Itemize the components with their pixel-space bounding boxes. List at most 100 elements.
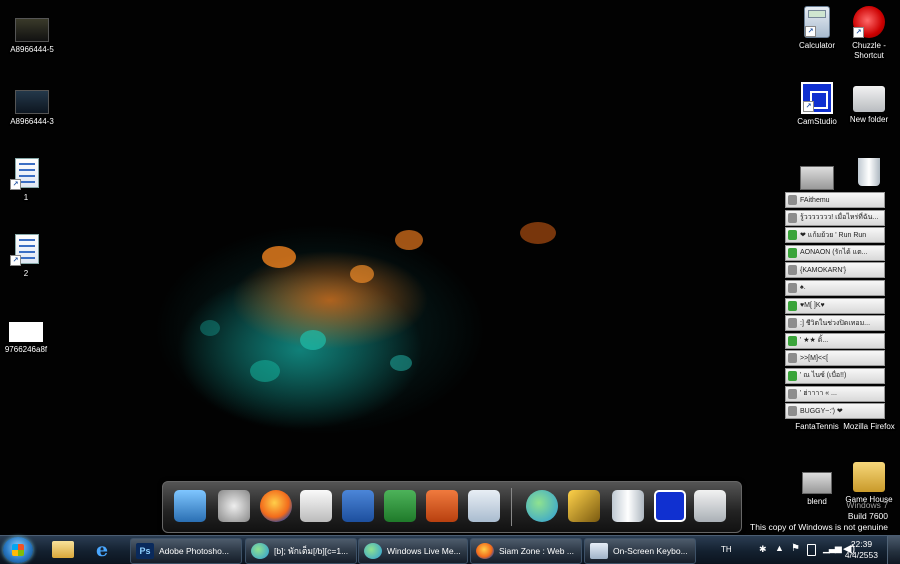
desktop-icon-chuzzle-shortcut[interactable]: ↗ Chuzzle - Shortcut bbox=[837, 6, 900, 61]
recycle-bin-icon bbox=[612, 490, 644, 522]
dock-item-network[interactable] bbox=[171, 487, 209, 525]
dock-item-word[interactable] bbox=[339, 487, 377, 525]
desktop-icon-document-2[interactable]: ↗ 2 bbox=[0, 234, 58, 279]
video-file-icon bbox=[802, 472, 832, 494]
power-icon[interactable] bbox=[807, 544, 816, 556]
contact-row[interactable]: :] ชีวิตในช่วงปิดเทอม... bbox=[785, 315, 885, 332]
contact-name: รู้ววววววว! เมื่อไหร่ที่ฉัน... bbox=[800, 214, 879, 222]
clock[interactable]: 22:39 4/4/2553 bbox=[845, 539, 878, 561]
dock-item-ipod[interactable] bbox=[297, 487, 335, 525]
show-hidden-icons-icon[interactable]: ▲ bbox=[775, 543, 784, 553]
wallpaper-bokeh bbox=[200, 320, 220, 336]
dock-item-powerpoint[interactable] bbox=[423, 487, 461, 525]
contact-status-icon bbox=[788, 353, 797, 364]
desktop-icon-game-house[interactable]: Game House bbox=[837, 462, 900, 505]
contact-row[interactable]: {KAMOKARN'} bbox=[785, 262, 885, 279]
dock-item-folder[interactable] bbox=[691, 487, 729, 525]
language-indicator[interactable]: TH bbox=[721, 545, 732, 554]
taskbar-pin-explorer[interactable] bbox=[46, 538, 80, 562]
camstudio-icon bbox=[654, 490, 686, 522]
contact-row[interactable]: ' ณ ไนซ์ (เบื่อ!!) bbox=[785, 367, 885, 384]
taskbar-pin-internet-explorer[interactable]: e bbox=[88, 538, 122, 562]
contact-status-icon bbox=[788, 370, 797, 381]
network-signal-icon[interactable]: ▁▃▅ bbox=[823, 543, 842, 554]
powerpoint-icon bbox=[426, 490, 458, 522]
dock-item-messenger[interactable] bbox=[523, 487, 561, 525]
messenger-contact-list[interactable]: FAithemu รู้ววววววว! เมื่อไหร่ที่ฉัน... ❤ … bbox=[785, 192, 885, 421]
bluetooth-icon[interactable]: ✱ bbox=[759, 544, 767, 555]
dock-item-settings[interactable] bbox=[215, 487, 253, 525]
contact-status-icon bbox=[788, 230, 797, 241]
messenger-icon bbox=[251, 543, 269, 559]
desktop-icon-document-1[interactable]: ↗ 1 bbox=[0, 158, 58, 203]
dock-item-excel[interactable] bbox=[381, 487, 419, 525]
windows-genuine-notice: Windows 7 Build 7600 This copy of Window… bbox=[750, 500, 888, 533]
contact-name: :] ชีวิตในช่วงปิดเทอม... bbox=[800, 319, 871, 327]
contact-row[interactable]: ❤ แก้มย้วย ' Run Run bbox=[785, 227, 885, 244]
wallpaper-bokeh bbox=[250, 360, 280, 382]
contact-name: ' ฮ่าาาา « ... bbox=[800, 390, 837, 398]
desktop-icon-new-folder[interactable]: New folder bbox=[837, 82, 900, 125]
contact-row[interactable]: ' ★★ ดิ้... bbox=[785, 332, 885, 349]
shortcut-arrow-icon: ↗ bbox=[805, 26, 816, 37]
messenger-icon bbox=[526, 490, 558, 522]
contact-name: {KAMOKARN'} bbox=[800, 266, 847, 274]
windows-logo-icon bbox=[12, 544, 24, 556]
taskbar-window-label: On-Screen Keybo... bbox=[613, 546, 688, 556]
ipod-icon bbox=[300, 490, 332, 522]
dock-item-firefox[interactable] bbox=[257, 487, 295, 525]
desktop-icon-label: 2 bbox=[23, 269, 29, 278]
wallpaper-bokeh bbox=[390, 355, 412, 371]
contact-row[interactable]: FAithemu bbox=[785, 192, 885, 208]
word-icon bbox=[342, 490, 374, 522]
contact-row[interactable]: ♠. bbox=[785, 279, 885, 296]
desktop-icon-label: Mozilla Firefox bbox=[843, 422, 895, 431]
desktop-icon-recycle-bin[interactable] bbox=[837, 158, 900, 186]
taskbar-window-label: [b]; พักเต็ม[/b][c=1... bbox=[274, 546, 349, 556]
contact-status-icon bbox=[788, 195, 797, 205]
contact-row[interactable]: >>[M]<<[ bbox=[785, 350, 885, 367]
dock-item-recycle-bin[interactable] bbox=[609, 487, 647, 525]
shortcut-arrow-icon: ↗ bbox=[10, 255, 21, 266]
dock-item-camstudio[interactable] bbox=[651, 487, 689, 525]
desktop-icon-9766246a8f[interactable]: 9766246a8f bbox=[0, 318, 58, 355]
taskbar-window-label: Adobe Photosho... bbox=[159, 546, 229, 556]
image-thumbnail-icon bbox=[15, 90, 49, 114]
contact-row[interactable]: ' ฮ่าาาา « ... bbox=[785, 385, 885, 402]
dock-item-tools[interactable] bbox=[565, 487, 603, 525]
contact-name: AONAON (รักได้ แต... bbox=[800, 249, 868, 257]
taskbar-window-1[interactable]: Ps Adobe Photosho... bbox=[130, 538, 242, 564]
contact-status-icon bbox=[788, 265, 797, 276]
taskbar-window-2[interactable]: [b]; พักเต็ม[/b][c=1... bbox=[245, 538, 357, 564]
folder-icon bbox=[853, 86, 885, 112]
camstudio-icon: ↗ bbox=[801, 82, 833, 114]
taskbar-window-4[interactable]: Siam Zone : Web ... bbox=[470, 538, 582, 564]
desktop-background[interactable]: A8966444-5 A8966444-3 ↗ 1 ↗ 2 9766246a8f… bbox=[0, 0, 900, 535]
gear-panel-icon bbox=[218, 490, 250, 522]
taskbar-window-3[interactable]: Windows Live Me... bbox=[358, 538, 468, 564]
contact-status-icon bbox=[788, 282, 797, 293]
contact-row[interactable]: รู้ววววววว! เมื่อไหร่ที่ฉัน... bbox=[785, 209, 885, 226]
dock-bar bbox=[162, 481, 742, 533]
contact-name: BUGGY~:') ❤ bbox=[800, 408, 843, 416]
taskbar-window-5[interactable]: On-Screen Keybo... bbox=[584, 538, 696, 564]
document-icon: ↗ bbox=[10, 234, 42, 266]
desktop-icon-a8966444-5[interactable]: A8966444-5 bbox=[0, 14, 64, 55]
contact-status-icon bbox=[788, 406, 797, 417]
contact-row[interactable]: BUGGY~:') ❤ bbox=[785, 403, 885, 420]
contact-row[interactable]: AONAON (รักได้ แต... bbox=[785, 244, 885, 261]
desktop-icon-label: A8966444-3 bbox=[10, 117, 54, 126]
start-button[interactable] bbox=[3, 537, 33, 563]
contact-status-icon bbox=[788, 212, 797, 223]
contact-row[interactable]: ♥M[ ]K♥ bbox=[785, 297, 885, 314]
show-desktop-button[interactable] bbox=[887, 536, 900, 564]
image-thumbnail-icon bbox=[15, 18, 49, 42]
desktop-icon-a8966444-3[interactable]: A8966444-3 bbox=[0, 88, 64, 127]
dock-item-calculator[interactable] bbox=[465, 487, 503, 525]
taskbar: e Ps Adobe Photosho... [b]; พักเต็ม[/b][c=… bbox=[0, 535, 900, 564]
genuine-line-1: Windows 7 bbox=[846, 500, 888, 510]
shortcut-arrow-icon: ↗ bbox=[853, 27, 864, 38]
messenger-icon bbox=[364, 543, 382, 559]
action-center-flag-icon[interactable]: ⚑ bbox=[791, 543, 800, 554]
photoshop-icon: Ps bbox=[136, 543, 154, 559]
